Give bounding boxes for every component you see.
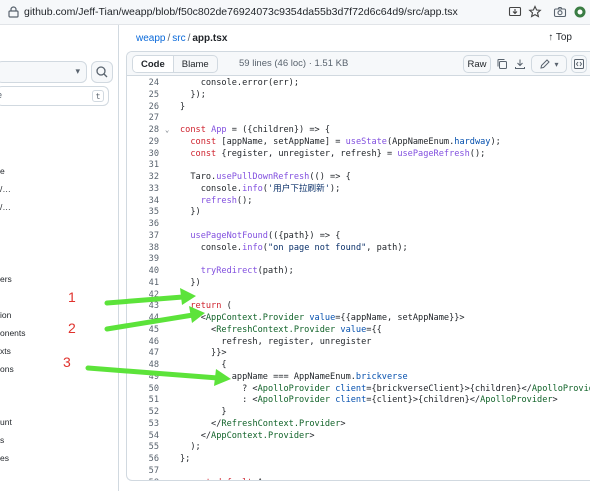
annotation-arrow-2 xyxy=(104,306,205,332)
annotation-arrow-1 xyxy=(104,288,196,306)
annotation-arrows xyxy=(85,288,231,386)
annotation-arrow-3 xyxy=(85,365,231,386)
